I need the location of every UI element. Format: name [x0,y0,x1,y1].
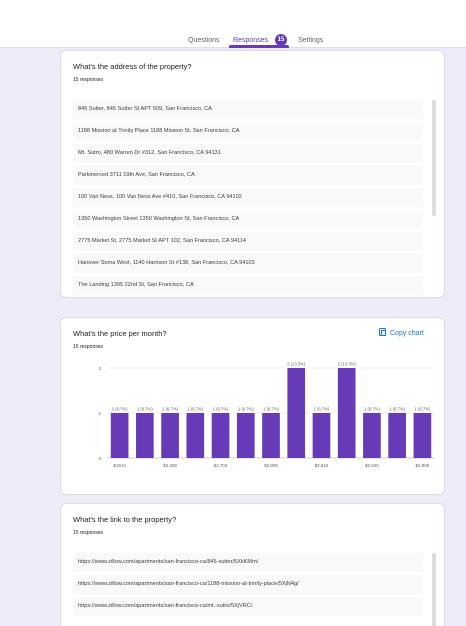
bar [337,368,356,458]
question-card-address: What's the address of the property? 15 r… [60,50,445,298]
response-item: 100 Van Ness, 100 Van Ness Ave #410, San… [73,188,423,207]
x-tick-label: $2,816 [315,463,329,468]
data-label: 1 (6.7%) [213,407,229,412]
x-tick-label: $2,805 [264,463,278,468]
data-label: 1 (6.7%) [112,407,128,412]
bar [186,413,205,458]
response-count: 15 responses [73,77,104,83]
question-title: What's the address of the property? [73,62,192,71]
tab-settings[interactable]: Settings [298,36,323,46]
bar [161,413,179,458]
data-label: 1 (6.7%) [187,407,203,412]
active-tab-indicator [229,45,289,48]
bar [136,413,154,458]
y-tick-label: 2 [98,366,101,371]
bar [236,413,255,458]
data-label: 1 (6.7%) [414,407,430,412]
bar [110,413,129,458]
response-item: 2775 Market St, 2775 Market St APT 102, … [73,232,423,251]
x-tick-label: $1914 [113,463,126,468]
price-bar-chart: 0 1 2 1 (6.7%) $1914 1 (6.7%) 1 (6.7%) $2,395 1 … [98,362,435,468]
data-label: 1 (6.7%) [314,407,330,412]
response-item: Hanover Soma West, 1140 Harrison St #138… [73,254,423,273]
data-label: 1 (6.7%) [238,407,254,412]
data-label: 2 (13.3%) [287,362,306,367]
data-label: 1 (6.7%) [263,407,279,412]
response-item: 1350 Washington Street 1350 Washington S… [73,210,423,229]
question-title: What's the link to the property? [73,515,177,524]
bar [262,413,280,458]
bar [388,413,406,458]
response-item: 1188 Mission at Trinity Place 1188 Missi… [73,122,423,141]
question-card-link: What's the link to the property? 15 resp… [60,503,445,626]
responses-scrollbar[interactable] [432,100,436,216]
bar [312,413,331,458]
response-item: https://www.zillow.com/apartments/san-fr… [73,553,423,572]
x-tick-label: $2,395 [163,463,177,468]
tab-questions[interactable]: Questions [188,36,220,46]
response-item: 845 Sutter, 845 Sutter St APT 509, San F… [73,100,423,119]
response-item: Mt. Sutro, 480 Warren Dr #312, San Franc… [73,144,423,163]
bar [413,413,432,458]
top-bar: Questions Responses 15 Settings [0,0,466,48]
response-item: The Landing 1395 22nd St, San Francisco,… [73,276,423,295]
data-label: 1 (6.7%) [162,407,178,412]
y-tick-label: 1 [98,411,101,416]
bar [211,413,230,458]
bar [287,368,306,458]
response-count: 15 responses [73,530,104,536]
data-label: 1 (6.7%) [364,407,380,412]
data-label: 2 (13.3%) [338,362,357,367]
response-item: https://www.zillow.com/apartments/san-fr… [73,575,423,594]
x-tick-label: $2,995 [416,463,430,468]
response-item: Parkmerced 3711 19th Ave, San Francisco,… [73,166,423,185]
question-card-price: What's the price per month? 15 responses… [60,317,445,495]
y-tick-label: 0 [98,456,101,461]
x-tick-label: $2,704 [214,463,228,468]
data-label: 1 (6.7%) [389,407,405,412]
data-label: 1 (6.7%) [137,407,153,412]
responses-scrollbar[interactable] [432,553,436,626]
response-item: https://www.zillow.com/apartments/san-fr… [73,597,423,616]
x-tick-label: $2,940 [365,463,379,468]
bar [363,413,381,458]
